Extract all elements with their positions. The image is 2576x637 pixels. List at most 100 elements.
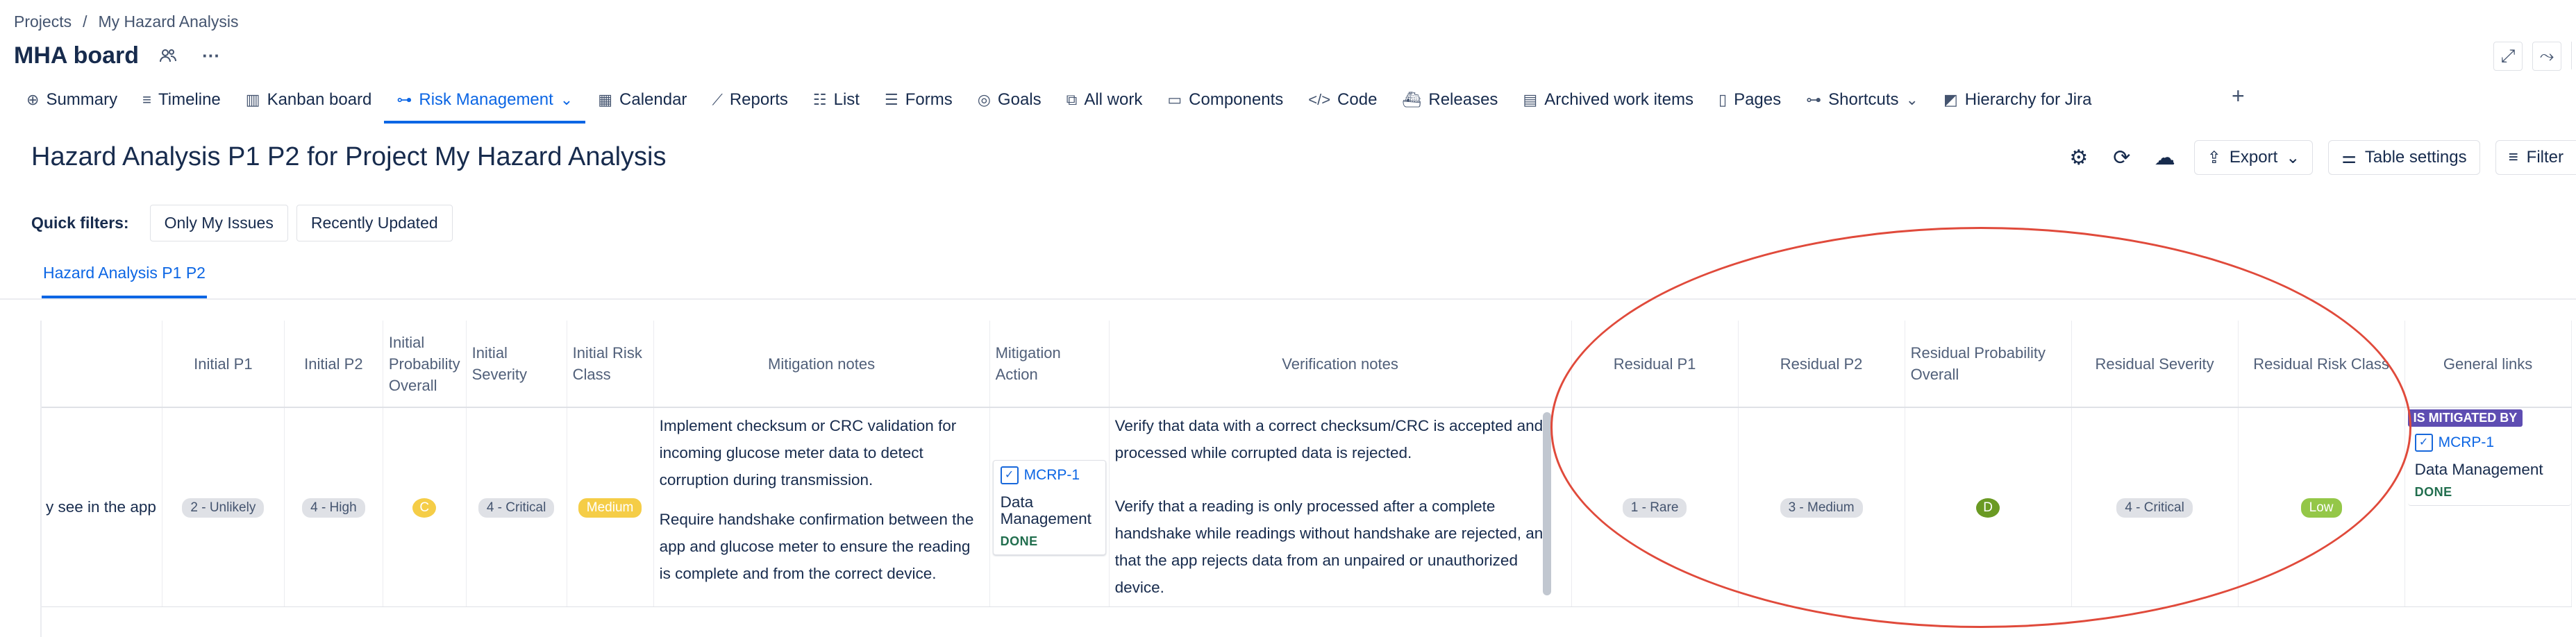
tab-goals[interactable]: ◎ Goals bbox=[965, 82, 1054, 118]
linked-issue-key[interactable]: MCRP-1 bbox=[2439, 434, 2495, 451]
tab-all-work[interactable]: ⧉ All work bbox=[1054, 82, 1155, 118]
refresh-icon[interactable]: ⟳ bbox=[2108, 144, 2136, 171]
initial-p1-cell[interactable]: 2 - Unlikely bbox=[162, 407, 285, 607]
initial-severity-lozenge: 4 - Critical bbox=[478, 498, 555, 518]
tab-label: Summary bbox=[46, 90, 118, 109]
mitigation-action-summary: Data Management bbox=[1000, 493, 1092, 527]
cell-scrollbar[interactable] bbox=[1543, 412, 1551, 595]
forms-icon: ☰ bbox=[884, 91, 898, 108]
residual-severity-cell[interactable]: 4 - Critical bbox=[2071, 407, 2239, 607]
mitigation-action-cell[interactable]: ✓ MCRP-1 Data Management DONE bbox=[989, 407, 1110, 607]
residual-p1-cell[interactable]: 1 - Rare bbox=[1571, 407, 1739, 607]
share-icon[interactable]: ⤳ bbox=[2532, 42, 2561, 71]
initial-severity-cell[interactable]: 4 - Critical bbox=[466, 407, 567, 607]
calendar-icon: ▦ bbox=[598, 91, 613, 108]
linked-issue-card[interactable]: ✓ MCRP-1 Data Management DONE bbox=[2407, 428, 2571, 506]
residual-risk-cell[interactable]: Low bbox=[2238, 407, 2405, 607]
tab-code[interactable]: </> Code bbox=[1296, 82, 1389, 118]
tab-label: Archived work items bbox=[1544, 90, 1693, 109]
globe-icon: ⊕ bbox=[26, 91, 40, 108]
tab-label: Kanban board bbox=[267, 90, 372, 109]
column-header-initial-probability[interactable]: Initial Probability Overall bbox=[383, 321, 467, 408]
list-icon: ☷ bbox=[812, 91, 827, 108]
tab-label: All work bbox=[1084, 90, 1143, 109]
tab-label: Reports bbox=[729, 90, 788, 109]
chevron-down-icon[interactable]: ⌄ bbox=[560, 91, 573, 109]
fullscreen-icon[interactable]: ⤢ bbox=[2493, 42, 2523, 71]
tab-risk-management[interactable]: ⊶ Risk Management ⌄ bbox=[384, 82, 586, 124]
linked-issue-summary: Data Management bbox=[2414, 461, 2543, 478]
table-row: y see in the app 2 - Unlikely 4 - High C… bbox=[40, 407, 2572, 607]
filter-button[interactable]: ≡ Filter bbox=[2495, 140, 2576, 175]
mitigation-action-key[interactable]: MCRP-1 bbox=[1024, 467, 1080, 484]
column-header-residual-severity[interactable]: Residual Severity bbox=[2071, 321, 2239, 408]
more-actions-button[interactable]: ··· bbox=[197, 42, 225, 69]
tab-label: Forms bbox=[905, 90, 953, 109]
column-header-mitigation-notes[interactable]: Mitigation notes bbox=[653, 321, 990, 408]
board-icon: ▥ bbox=[245, 91, 260, 108]
export-label: Export bbox=[2229, 148, 2278, 167]
column-header-residual-p1[interactable]: Residual P1 bbox=[1571, 321, 1739, 408]
export-button[interactable]: ⇪ Export ⌄ bbox=[2193, 140, 2314, 175]
code-icon: </> bbox=[1308, 91, 1331, 108]
tab-components[interactable]: ▭ Components bbox=[1155, 82, 1296, 118]
column-header-initial-p2[interactable]: Initial P2 bbox=[284, 321, 383, 408]
column-header-residual-risk-class[interactable]: Residual Risk Class bbox=[2238, 321, 2405, 408]
tab-timeline[interactable]: ≡ Timeline bbox=[130, 82, 233, 118]
tab-label: Pages bbox=[1734, 90, 1782, 109]
residual-probability-cell[interactable]: D bbox=[1905, 407, 2072, 607]
quick-filters-label: Quick filters: bbox=[31, 214, 129, 232]
add-tab-icon[interactable]: + bbox=[2232, 82, 2245, 110]
summary-cell[interactable]: y see in the app bbox=[40, 407, 162, 607]
mitigation-note-2: Require handshake confirmation between t… bbox=[659, 511, 974, 582]
table-settings-button[interactable]: ⚌ Table settings bbox=[2328, 140, 2480, 175]
column-header-residual-p2[interactable]: Residual P2 bbox=[1738, 321, 1905, 408]
residual-risk-lozenge: Low bbox=[2300, 498, 2342, 518]
residual-p2-cell[interactable]: 3 - Medium bbox=[1738, 407, 1905, 607]
filter-icon: ≡ bbox=[2508, 148, 2518, 167]
table-header-row: Initial P1 Initial P2 Initial Probabilit… bbox=[40, 321, 2572, 408]
column-header-mitigation-action[interactable]: Mitigation Action bbox=[989, 321, 1110, 408]
task-checkbox-icon: ✓ bbox=[2414, 434, 2433, 452]
quick-filter-recently-updated[interactable]: Recently Updated bbox=[296, 205, 453, 241]
quick-filter-only-my-issues[interactable]: Only My Issues bbox=[149, 205, 288, 241]
tab-forms[interactable]: ☰ Forms bbox=[872, 82, 965, 118]
column-header-general-links[interactable]: General links bbox=[2404, 321, 2572, 408]
column-header-verification-notes[interactable]: Verification notes bbox=[1109, 321, 1572, 408]
tab-reports[interactable]: ⟋ Reports bbox=[699, 82, 800, 118]
mitigation-action-card[interactable]: ✓ MCRP-1 Data Management DONE bbox=[992, 459, 1106, 555]
gear-icon[interactable]: ⚙ bbox=[2065, 144, 2093, 171]
breadcrumb-project-link[interactable]: My Hazard Analysis bbox=[98, 12, 238, 31]
tab-pages[interactable]: ▯ Pages bbox=[1706, 82, 1793, 118]
tab-shortcuts[interactable]: ⊶ Shortcuts ⌄ bbox=[1793, 82, 1931, 118]
initial-risk-lozenge: Medium bbox=[578, 498, 642, 518]
tab-label: Hierarchy for Jira bbox=[1964, 90, 2092, 109]
tab-kanban-board[interactable]: ▥ Kanban board bbox=[233, 82, 385, 118]
general-links-cell[interactable]: IS MITIGATED BY ✓ MCRP-1 Data Management … bbox=[2404, 407, 2572, 607]
tab-hierarchy-for-jira[interactable]: ◩ Hierarchy for Jira bbox=[1931, 82, 2105, 118]
chevron-down-icon[interactable]: ⌄ bbox=[1906, 91, 1918, 109]
tab-list[interactable]: ☷ List bbox=[801, 82, 872, 118]
initial-probability-cell[interactable]: C bbox=[383, 407, 467, 607]
tab-hazard-analysis[interactable]: Hazard Analysis P1 P2 bbox=[43, 264, 206, 282]
column-header-initial-severity[interactable]: Initial Severity bbox=[466, 321, 567, 408]
column-header-initial-risk-class[interactable]: Initial Risk Class bbox=[567, 321, 654, 408]
breadcrumb-projects-link[interactable]: Projects bbox=[14, 12, 72, 31]
tab-summary[interactable]: ⊕ Summary bbox=[14, 82, 130, 118]
tab-releases[interactable]: ⛴ Releases bbox=[1389, 82, 1510, 118]
tab-calendar[interactable]: ▦ Calendar bbox=[585, 82, 699, 118]
team-icon[interactable] bbox=[154, 42, 182, 69]
initial-p2-cell[interactable]: 4 - High bbox=[284, 407, 383, 607]
mitigation-notes-cell[interactable]: Implement checksum or CRC validation for… bbox=[653, 407, 990, 607]
verification-notes-cell[interactable]: Verify that data with a correct checksum… bbox=[1109, 407, 1572, 607]
project-tabs: ⊕ Summary ≡ Timeline ▥ Kanban board ⊶ Risk Mana… bbox=[14, 82, 2105, 124]
initial-risk-cell[interactable]: Medium bbox=[567, 407, 654, 607]
residual-p2-lozenge: 3 - Medium bbox=[1780, 498, 1863, 518]
column-header-initial-p1[interactable]: Initial P1 bbox=[162, 321, 285, 408]
cloud-upload-icon[interactable]: ☁ bbox=[2151, 144, 2179, 171]
tab-label: Releases bbox=[1428, 90, 1498, 109]
column-header-residual-probability[interactable]: Residual Probability Overall bbox=[1905, 321, 2072, 408]
column-header-summary[interactable] bbox=[40, 321, 162, 408]
tab-archived-work-items[interactable]: ▤ Archived work items bbox=[1510, 82, 1706, 118]
initial-p2-lozenge: 4 - High bbox=[302, 498, 365, 518]
